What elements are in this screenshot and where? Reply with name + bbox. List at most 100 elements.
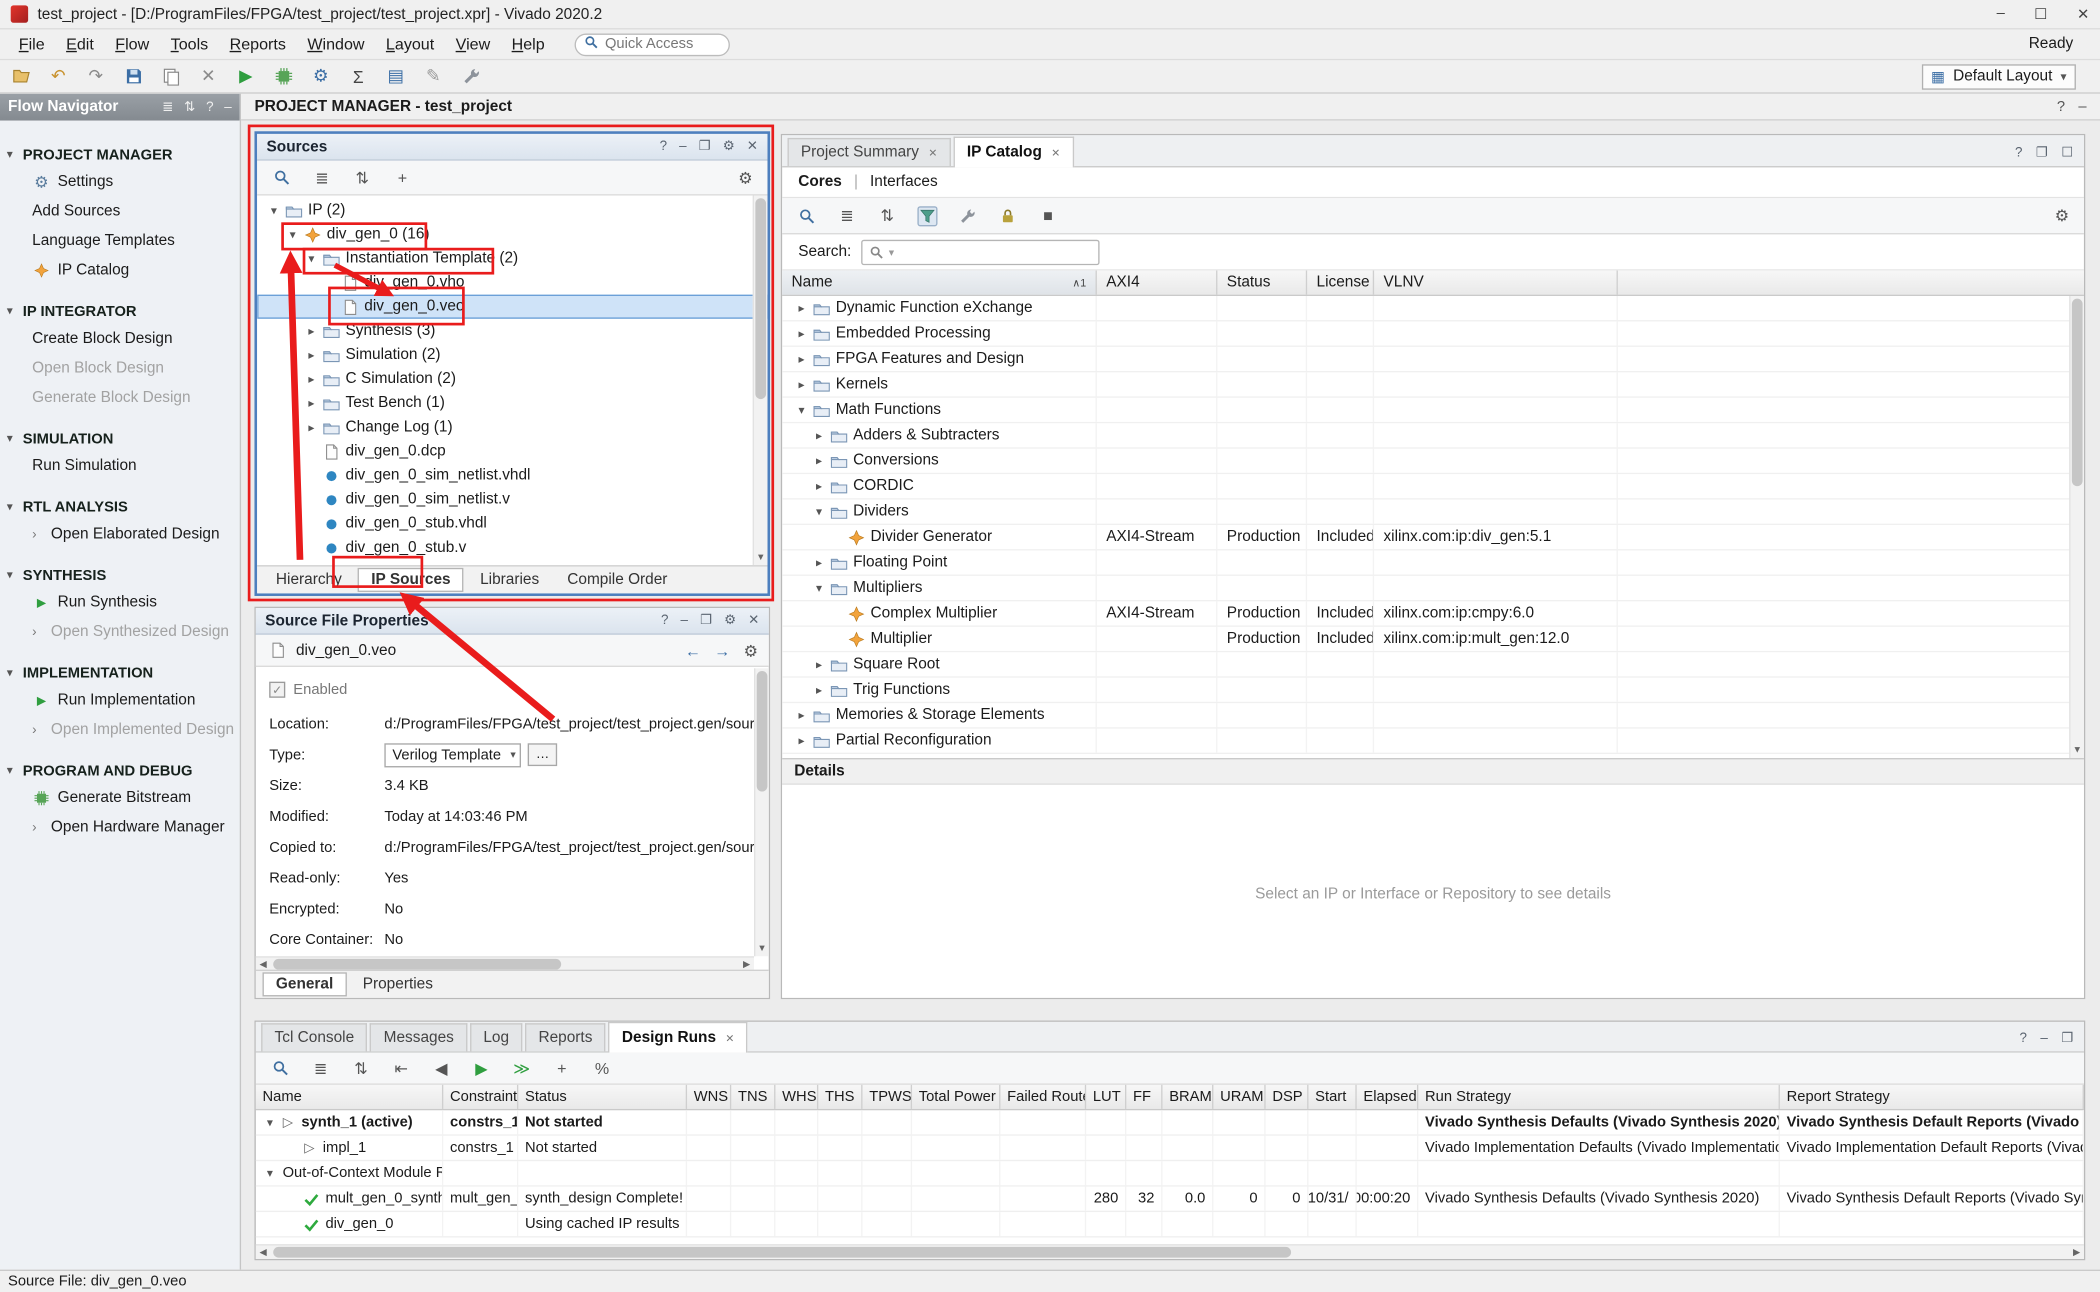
tree-item-div-gen-0-dcp[interactable]: div_gen_0.dcp: [257, 439, 767, 463]
close-icon[interactable]: ✕: [748, 613, 759, 628]
flow-section-header-synthesis[interactable]: ▾SYNTHESIS: [0, 563, 240, 588]
chevron-right-icon[interactable]: ▸: [303, 348, 320, 363]
gear-icon[interactable]: ⚙: [723, 139, 735, 154]
flow-section-header-ip-integrator[interactable]: ▾IP INTEGRATOR: [0, 299, 240, 324]
close-icon[interactable]: ✕: [1051, 147, 1060, 159]
expand-all-icon[interactable]: ⇅: [184, 100, 195, 115]
collapse-all-icon[interactable]: ≣: [311, 1058, 331, 1078]
menu-reports[interactable]: Reports: [219, 32, 297, 56]
flow-item-ip-catalog[interactable]: IP Catalog: [0, 256, 240, 285]
help-icon[interactable]: ?: [660, 139, 667, 154]
help-icon[interactable]: ?: [2057, 98, 2065, 114]
catalog-row-square-root[interactable]: ▸Square Root: [782, 652, 2084, 677]
chevron-right-icon[interactable]: ▸: [793, 733, 810, 748]
window-maximize-button[interactable]: ☐: [2034, 5, 2047, 22]
back-icon[interactable]: ←: [685, 641, 701, 660]
forward-icon[interactable]: ≫: [512, 1058, 532, 1078]
runs-column-bram[interactable]: BRAM: [1163, 1085, 1214, 1109]
chevron-right-icon[interactable]: ▸: [303, 372, 320, 387]
report-utilization-icon[interactable]: Σ: [348, 66, 368, 86]
runs-column-tpws[interactable]: TPWS: [863, 1085, 913, 1109]
catalog-row-dividers[interactable]: ▾Dividers: [782, 500, 2084, 525]
collapse-all-icon[interactable]: ≣: [837, 206, 857, 226]
tab-hierarchy[interactable]: Hierarchy: [264, 569, 354, 590]
close-icon[interactable]: ✕: [747, 139, 758, 154]
tab-tcl-console[interactable]: Tcl Console: [261, 1023, 367, 1051]
runs-column-failed-routes[interactable]: Failed Routes: [1000, 1085, 1086, 1109]
flow-item-open-elaborated-design[interactable]: ›Open Elaborated Design: [0, 520, 240, 549]
menu-layout[interactable]: Layout: [375, 32, 445, 56]
sources-scrollbar[interactable]: ▼: [753, 196, 768, 566]
expand-all-icon[interactable]: ⇅: [352, 167, 372, 187]
catalog-scrollbar[interactable]: ▼: [2069, 296, 2084, 758]
scrollbar-thumb[interactable]: [2072, 299, 2083, 487]
chevron-down-icon[interactable]: ▾: [261, 1166, 278, 1181]
redo-icon[interactable]: ↷: [86, 66, 106, 86]
tab-general[interactable]: General: [263, 972, 347, 996]
menu-help[interactable]: Help: [501, 32, 555, 56]
minimize-icon[interactable]: ‒: [2040, 1031, 2047, 1046]
catalog-row-math-functions[interactable]: ▾Math Functions: [782, 398, 2084, 423]
tree-item-div-gen-0-sim-netlist-v[interactable]: div_gen_0_sim_netlist.v: [257, 488, 767, 512]
tree-item-div-gen-0-stub-v[interactable]: div_gen_0_stub.v: [257, 536, 767, 560]
maximize-icon[interactable]: ☐: [2061, 146, 2073, 161]
tab-messages[interactable]: Messages: [370, 1023, 467, 1051]
catalog-row-multipliers[interactable]: ▾Multipliers: [782, 576, 2084, 601]
chevron-right-icon[interactable]: ▸: [810, 682, 827, 697]
tab-log[interactable]: Log: [470, 1023, 522, 1051]
catalog-row-floating-point[interactable]: ▸Floating Point: [782, 550, 2084, 575]
flow-item-run-implementation[interactable]: ▶Run Implementation: [0, 686, 240, 715]
quick-access-search[interactable]: Quick Access: [574, 33, 729, 56]
chevron-right-icon[interactable]: ▸: [793, 377, 810, 392]
chevron-down-icon[interactable]: ▾: [303, 251, 320, 266]
scrollbar-right-arrow[interactable]: ▶: [2069, 1246, 2084, 1261]
catalog-row-kernels[interactable]: ▸Kernels: [782, 372, 2084, 397]
runs-column-name[interactable]: Name: [256, 1085, 444, 1109]
chevron-down-icon[interactable]: ▾: [284, 227, 301, 242]
open-project-icon[interactable]: [11, 66, 31, 86]
tree-item-instantiation-template-2[interactable]: ▾Instantiation Template (2): [257, 246, 767, 270]
float-icon[interactable]: ❐: [2061, 1031, 2073, 1046]
run-icon[interactable]: ▶: [236, 66, 256, 86]
add-sources-icon[interactable]: +: [392, 167, 412, 187]
runs-column-run-strategy[interactable]: Run Strategy: [1418, 1085, 1780, 1109]
chevron-right-icon[interactable]: ▸: [810, 453, 827, 468]
catalog-row-cordic[interactable]: ▸CORDIC: [782, 474, 2084, 499]
flow-item-settings[interactable]: ⚙Settings: [0, 167, 240, 196]
help-icon[interactable]: ?: [206, 100, 213, 115]
minimize-icon[interactable]: ‒: [679, 139, 686, 154]
chevron-right-icon[interactable]: ▸: [303, 323, 320, 338]
catalog-row-trig-functions[interactable]: ▸Trig Functions: [782, 678, 2084, 703]
subtab-interfaces[interactable]: Interfaces: [870, 174, 938, 190]
catalog-row-conversions[interactable]: ▸Conversions: [782, 449, 2084, 474]
chevron-down-icon[interactable]: ▾: [810, 504, 827, 519]
tab-ip-sources[interactable]: IP Sources: [358, 568, 464, 592]
catalog-row-fpga-features-and-design[interactable]: ▸FPGA Features and Design: [782, 347, 2084, 372]
collapse-all-icon[interactable]: ≣: [312, 167, 332, 187]
catalog-row-multiplier[interactable]: MultiplierProductionIncludedxilinx.com:i…: [782, 627, 2084, 652]
create-run-icon[interactable]: +: [552, 1058, 572, 1078]
catalog-row-embedded-processing[interactable]: ▸Embedded Processing: [782, 321, 2084, 346]
catalog-column-license[interactable]: License: [1307, 271, 1374, 295]
tab-properties[interactable]: Properties: [351, 974, 445, 995]
window-minimize-button[interactable]: –: [1997, 5, 2005, 22]
copy-icon[interactable]: [161, 66, 181, 86]
runs-column-ths[interactable]: THS: [818, 1085, 862, 1109]
tab-project-summary[interactable]: Project Summary✕: [788, 138, 951, 166]
type-browse-button[interactable]: …: [528, 743, 557, 766]
runs-column-report-strategy[interactable]: Report Strategy: [1780, 1085, 2084, 1109]
run-row-synth-1-active[interactable]: ▾▷synth_1 (active)constrs_1Not startedVi…: [256, 1110, 2084, 1135]
chevron-down-icon[interactable]: ▾: [793, 402, 810, 417]
tree-item-c-simulation-2[interactable]: ▸C Simulation (2): [257, 367, 767, 391]
enabled-checkbox[interactable]: ✓: [269, 682, 285, 698]
search-icon[interactable]: [271, 1058, 291, 1078]
flow-section-header-program-and-debug[interactable]: ▾PROGRAM AND DEBUG: [0, 758, 240, 783]
search-icon[interactable]: [797, 206, 817, 226]
flow-item-generate-bitstream[interactable]: Generate Bitstream: [0, 783, 240, 812]
float-icon[interactable]: ❐: [700, 613, 712, 628]
runs-column-ff[interactable]: FF: [1126, 1085, 1162, 1109]
tree-item-change-log-1[interactable]: ▸Change Log (1): [257, 415, 767, 439]
scrollbar-left-arrow[interactable]: ◀: [256, 1246, 271, 1261]
chevron-down-icon[interactable]: ▾: [265, 203, 282, 218]
menu-flow[interactable]: Flow: [105, 32, 160, 56]
